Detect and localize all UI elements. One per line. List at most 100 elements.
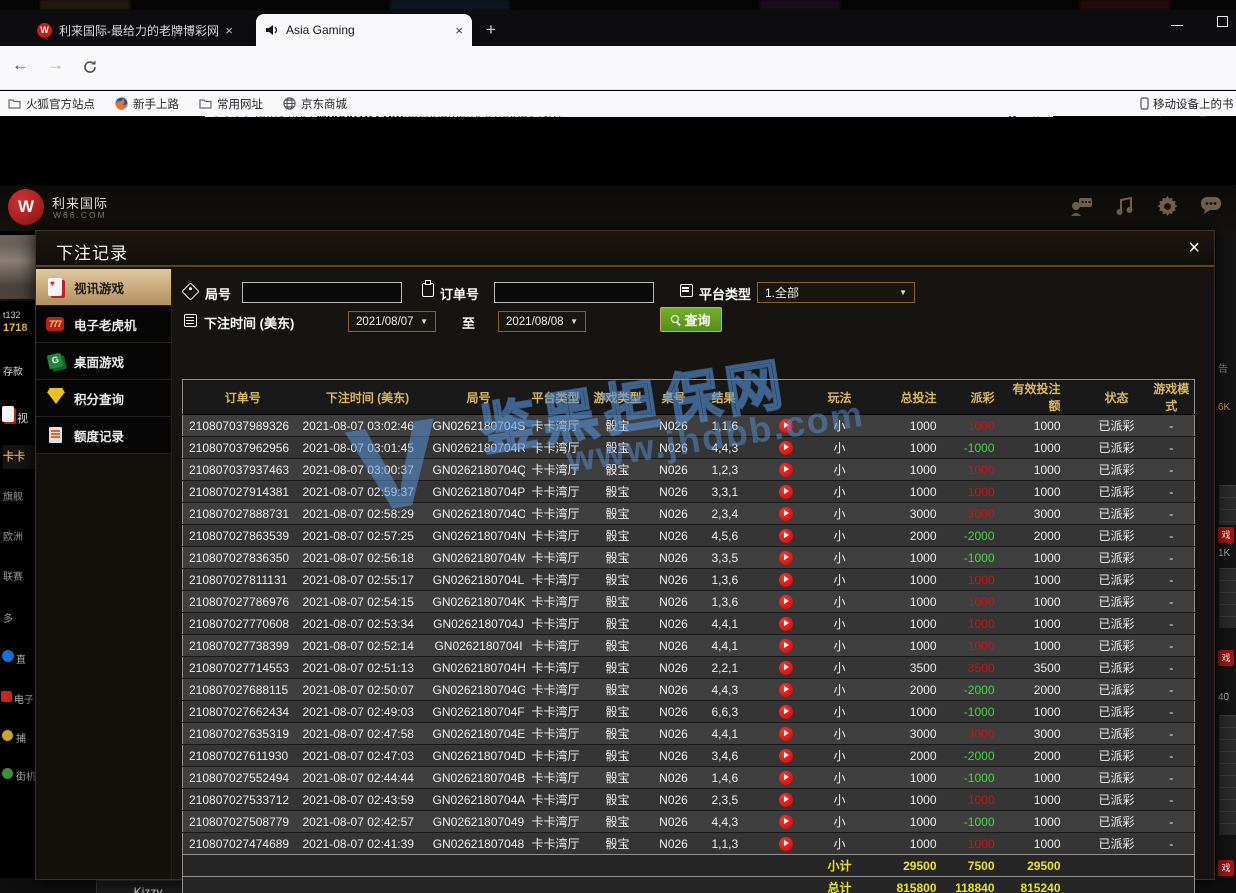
cell-game-type: 骰宝	[587, 679, 649, 701]
cell-result: 2,3,5	[699, 789, 763, 811]
tab-close-icon[interactable]: ×	[225, 23, 233, 38]
date-to-select[interactable]: 2021/08/08 ▼	[498, 311, 586, 332]
sidebar-item-3[interactable]: 积分查询	[36, 380, 171, 417]
reload-button[interactable]	[82, 59, 98, 75]
search-button[interactable]: 查询	[660, 307, 722, 332]
cell-platform: 卡卡湾厅	[525, 569, 587, 591]
close-icon[interactable]: ×	[1188, 237, 1200, 259]
bookmark-item[interactable]: 新手上路	[115, 96, 179, 112]
cell-status: 已派彩	[1085, 767, 1149, 789]
replay-video-icon[interactable]	[779, 441, 793, 455]
cell-platform: 卡卡湾厅	[525, 437, 587, 459]
replay-video-icon[interactable]	[779, 529, 793, 543]
electronic-menu-fragment[interactable]: 电子	[14, 691, 34, 706]
cell-status: 已派彩	[1085, 657, 1149, 679]
menu-fragment[interactable]: 旗舰	[3, 488, 23, 503]
replay-video-icon[interactable]	[779, 617, 793, 631]
replay-video-icon[interactable]	[779, 419, 793, 433]
cell-valid-bet: 1000	[1005, 613, 1085, 635]
back-button[interactable]: ←	[12, 55, 29, 75]
sidebar-item-0[interactable]: 视讯游戏	[36, 269, 171, 306]
cell-round: GN0262180704K	[433, 591, 525, 613]
cell-result: 1,1,6	[699, 415, 763, 437]
video-menu-fragment[interactable]: 视	[17, 410, 28, 426]
menu-fragment[interactable]: 多	[3, 610, 13, 625]
site-favicon-icon: W	[37, 23, 52, 38]
cell-result: 3,3,1	[699, 481, 763, 503]
window-minimize-button[interactable]	[1171, 25, 1183, 26]
deposit-link[interactable]: 存款	[3, 363, 23, 378]
chat-bubble-icon[interactable]	[1200, 196, 1222, 215]
cell-result: 4,4,3	[699, 811, 763, 833]
bet-button-fragment[interactable]: 戏	[1218, 650, 1234, 666]
round-number-input[interactable]	[242, 282, 402, 303]
new-tab-button[interactable]: +	[486, 20, 496, 40]
site-logo-icon[interactable]: W	[8, 189, 44, 225]
replay-video-icon[interactable]	[779, 507, 793, 521]
replay-video-icon[interactable]	[779, 463, 793, 477]
menu-fragment[interactable]: 欧洲	[3, 528, 23, 543]
sidebar-item-2[interactable]: 桌面游戏	[36, 343, 171, 380]
cell-game-mode: -	[1149, 701, 1195, 723]
cell-payout: -1000	[945, 547, 1005, 569]
bet-button-fragment[interactable]: 戏	[1218, 860, 1234, 876]
replay-video-icon[interactable]	[779, 793, 793, 807]
cell-time: 2021-08-07 02:57:25	[303, 525, 433, 547]
cell-total-bet: 3500	[871, 657, 945, 679]
menu-fragment[interactable]: 联赛	[3, 568, 23, 583]
replay-video-icon[interactable]	[779, 639, 793, 653]
window-maximize-button[interactable]	[1217, 16, 1228, 27]
replay-video-icon[interactable]	[779, 815, 793, 829]
forward-button[interactable]: →	[47, 55, 64, 75]
cell-table: N026	[649, 811, 699, 833]
bookmark-item[interactable]: 常用网址	[199, 96, 263, 112]
value-fragment: 40	[1218, 692, 1229, 703]
replay-video-icon[interactable]	[779, 771, 793, 785]
cell-result: 4,4,1	[699, 723, 763, 745]
cell-table: N026	[649, 789, 699, 811]
date-from-select[interactable]: 2021/08/07 ▼	[348, 311, 436, 332]
cell-time: 2021-08-07 02:50:07	[303, 679, 433, 701]
cell-payout: 1000	[945, 833, 1005, 855]
replay-video-icon[interactable]	[779, 727, 793, 741]
bookmark-item[interactable]: 火狐官方站点	[8, 96, 95, 112]
cell-order: 210807027552494	[183, 767, 303, 789]
replay-video-icon[interactable]	[779, 705, 793, 719]
bookmark-item-mobile[interactable]: 移动设备上的书	[1140, 96, 1236, 112]
live-menu-fragment[interactable]: 直	[16, 651, 26, 666]
replay-video-icon[interactable]	[779, 749, 793, 763]
replay-video-icon[interactable]	[779, 683, 793, 697]
sidebar-item-4[interactable]: 额度记录	[36, 417, 171, 454]
cell-game-type: 骰宝	[587, 591, 649, 613]
fishing-menu-fragment[interactable]: 捕	[16, 730, 26, 745]
arcade-menu-fragment[interactable]: 街机	[16, 768, 35, 783]
sidebar-item-1[interactable]: 777电子老虎机	[36, 306, 171, 343]
table-row: 210807027635319 2021-08-07 02:47:58 GN02…	[183, 723, 1195, 745]
bet-button-fragment[interactable]: 戏	[1218, 527, 1234, 543]
replay-video-icon[interactable]	[779, 837, 793, 851]
gear-icon[interactable]	[1157, 196, 1178, 217]
tab-lilai[interactable]: W 利来国际-最给力的老牌博彩网站 ×	[28, 14, 242, 46]
cell-table: N026	[649, 459, 699, 481]
cell-total-bet: 1000	[871, 569, 945, 591]
cell-round: GN0262180704H	[433, 657, 525, 679]
music-icon[interactable]	[1115, 196, 1135, 216]
order-number-input[interactable]	[494, 282, 654, 303]
replay-video-icon[interactable]	[779, 485, 793, 499]
replay-video-icon[interactable]	[779, 551, 793, 565]
account-chat-icon[interactable]	[1069, 196, 1093, 216]
cell-game-type: 骰宝	[587, 503, 649, 525]
platform-type-select[interactable]: 1.全部 ▼	[757, 282, 915, 303]
replay-video-icon[interactable]	[779, 661, 793, 675]
tab-close-icon[interactable]: ×	[455, 23, 463, 38]
hall-menu-fragment[interactable]: 卡卡	[3, 445, 35, 469]
tab-asia-gaming[interactable]: Asia Gaming ×	[256, 14, 472, 46]
bookmark-item[interactable]: 京东商城	[283, 96, 347, 112]
cell-game-mode: -	[1149, 833, 1195, 855]
replay-video-icon[interactable]	[779, 573, 793, 587]
cell-total-bet: 3000	[871, 503, 945, 525]
cell-round: GN0262180704F	[433, 701, 525, 723]
replay-video-icon[interactable]	[779, 595, 793, 609]
cell-round: GN0262180704N	[433, 525, 525, 547]
cell-order: 210807027611930	[183, 745, 303, 767]
